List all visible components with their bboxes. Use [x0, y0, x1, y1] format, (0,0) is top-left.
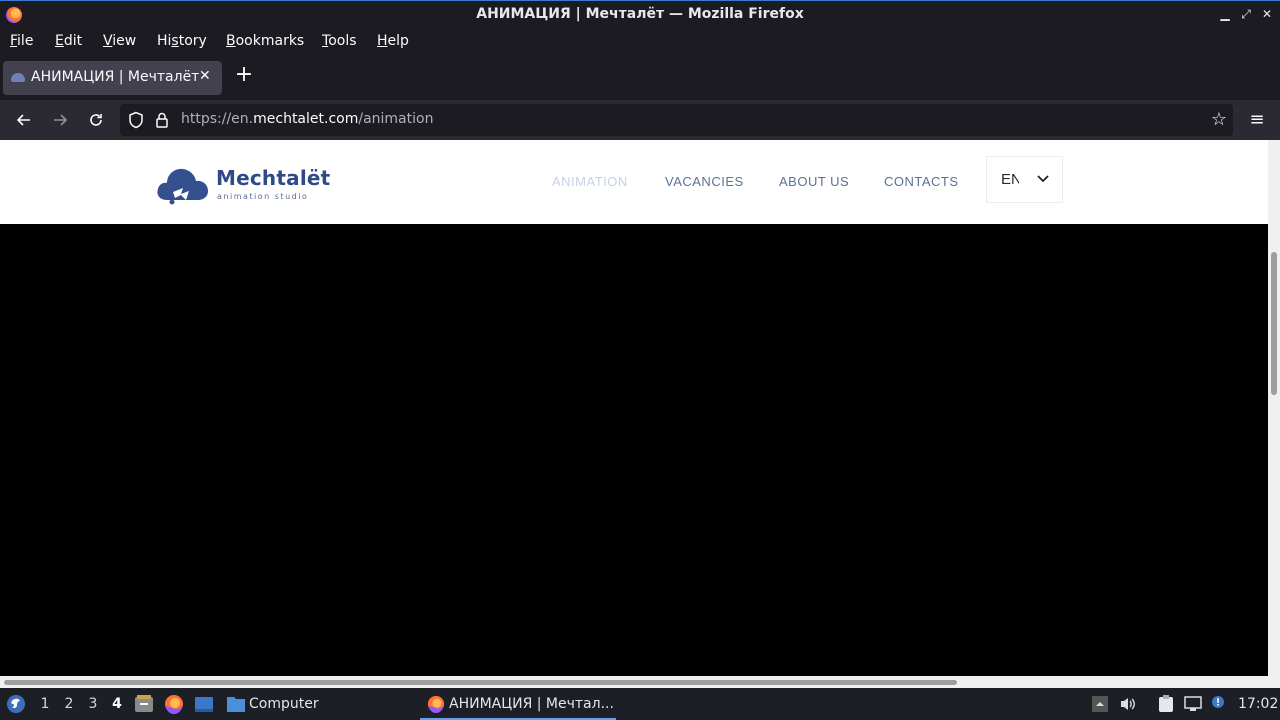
arrow-left-icon	[16, 114, 30, 126]
nav-about-us[interactable]: ABOUT US	[779, 174, 849, 189]
site-favicon-icon	[11, 73, 25, 82]
maximize-button[interactable]: ⤢	[1239, 7, 1253, 22]
bookmark-star-icon[interactable]: ☆	[1211, 109, 1227, 130]
logo-name: Mechtalët	[216, 166, 331, 190]
page-viewport: Mechtalët animation studio ANIMATION VAC…	[0, 140, 1268, 676]
desktop-icon[interactable]	[194, 694, 214, 714]
firefox-launcher-icon[interactable]	[164, 694, 184, 714]
clipboard-icon[interactable]	[1157, 695, 1175, 713]
tab-title: АНИМАЦИЯ | Мечталёт	[31, 69, 200, 85]
taskbar-clock: 17:02	[1238, 696, 1279, 712]
menu-tools[interactable]: Tools	[322, 33, 357, 49]
menu-file[interactable]: File	[10, 33, 33, 49]
file-manager-icon[interactable]	[134, 694, 154, 714]
close-tab-icon[interactable]: ✕	[199, 68, 211, 84]
close-window-button[interactable]: ✕	[1260, 7, 1274, 21]
back-button[interactable]	[10, 106, 38, 134]
notification-icon[interactable]	[1211, 695, 1225, 709]
menu-bar: File Edit View History Bookmarks Tools H…	[0, 29, 1280, 56]
menu-help[interactable]: Help	[377, 33, 409, 49]
logo-tagline: animation studio	[217, 192, 309, 201]
video-area[interactable]	[0, 224, 1268, 676]
lock-icon	[156, 112, 168, 128]
menu-edit[interactable]: Edit	[55, 33, 82, 49]
workspace-3[interactable]: 3	[86, 696, 100, 712]
start-menu-icon[interactable]	[5, 693, 27, 715]
horizontal-scrollbar[interactable]	[0, 676, 1280, 688]
tab-strip: АНИМАЦИЯ | Мечталёт ✕ +	[0, 56, 1280, 100]
nav-animation[interactable]: ANIMATION	[552, 174, 628, 189]
minimize-button[interactable]: ▁	[1218, 7, 1232, 21]
firefox-icon	[427, 695, 445, 713]
tray-up-arrow-icon[interactable]	[1092, 696, 1108, 712]
nav-contacts[interactable]: CONTACTS	[884, 174, 959, 189]
tab-animation[interactable]: АНИМАЦИЯ | Мечталёт ✕	[3, 61, 222, 95]
vertical-scrollbar-thumb[interactable]	[1271, 252, 1277, 395]
url-text: https://en.mechtalet.com/animation	[181, 111, 434, 127]
arrow-right-icon	[54, 114, 68, 126]
vertical-scrollbar[interactable]	[1268, 140, 1280, 676]
shield-icon	[129, 111, 143, 129]
menu-bookmarks[interactable]: Bookmarks	[226, 33, 304, 49]
taskbar: 1 2 3 4 Computer АНИМАЦИЯ | Мечтал... 17…	[0, 688, 1280, 720]
site-header: Mechtalët animation studio ANIMATION VAC…	[0, 140, 1268, 224]
workspace-2[interactable]: 2	[62, 696, 76, 712]
hamburger-menu-icon[interactable]: ≡	[1243, 106, 1271, 134]
site-logo[interactable]: Mechtalët animation studio	[155, 162, 330, 206]
address-bar[interactable]: https://en.mechtalet.com/animation ☆	[120, 104, 1233, 136]
reload-icon	[90, 114, 102, 126]
cloud-logo-icon	[157, 168, 208, 205]
language-select[interactable]: EN	[986, 156, 1063, 203]
taskbar-firefox-window[interactable]: АНИМАЦИЯ | Мечтал...	[420, 688, 616, 720]
folder-icon	[227, 697, 245, 712]
new-tab-button[interactable]: +	[233, 62, 255, 87]
taskbar-computer[interactable]: Computer	[249, 696, 319, 712]
workspace-1[interactable]: 1	[38, 696, 52, 712]
volume-icon[interactable]	[1119, 696, 1137, 712]
taskbar-firefox-title: АНИМАЦИЯ | Мечтал...	[449, 696, 614, 712]
navigation-toolbar: https://en.mechtalet.com/animation ☆ ≡	[0, 100, 1280, 140]
reload-button[interactable]	[82, 106, 110, 134]
window-title: АНИМАЦИЯ | Мечталёт — Mozilla Firefox	[476, 6, 804, 22]
chevron-down-icon	[1037, 175, 1049, 183]
language-code: EN	[1001, 171, 1019, 188]
network-icon[interactable]	[1184, 696, 1202, 712]
horizontal-scrollbar-thumb[interactable]	[4, 680, 957, 685]
workspace-4[interactable]: 4	[110, 696, 124, 712]
menu-view[interactable]: View	[103, 33, 136, 49]
menu-history[interactable]: History	[157, 33, 207, 49]
nav-vacancies[interactable]: VACANCIES	[665, 174, 744, 189]
window-titlebar: АНИМАЦИЯ | Мечталёт — Mozilla Firefox ▁ …	[0, 0, 1280, 29]
forward-button[interactable]	[46, 106, 74, 134]
